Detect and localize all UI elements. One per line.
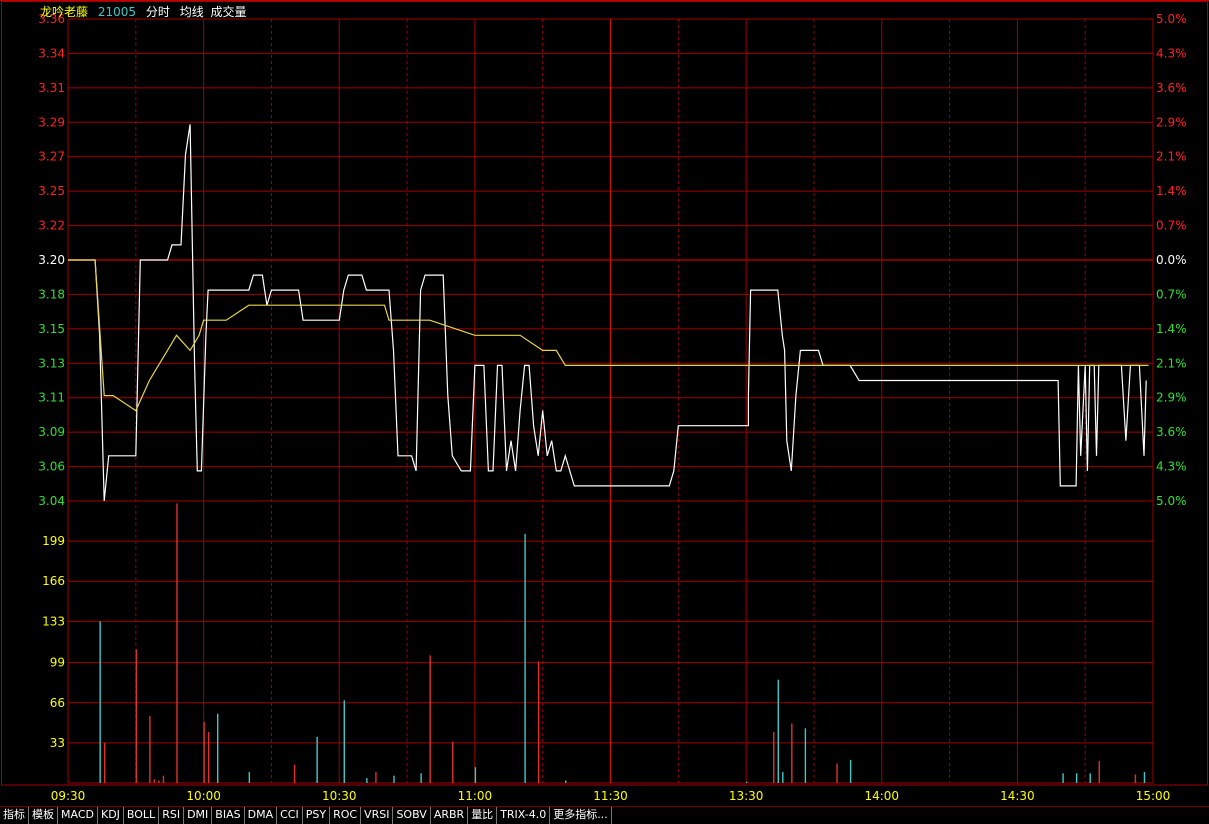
chart-frame [1,1,1208,786]
percent-tick-label: 2.9% [1156,391,1187,405]
tab-rsi[interactable]: RSI [159,807,185,824]
volume-tick-label: 33 [50,736,65,750]
tab-bias[interactable]: BIAS [212,807,245,824]
price-tick-label: 3.15 [38,322,65,336]
price-line [68,124,1147,502]
price-tick-label: 3.27 [38,150,65,164]
tab-boll[interactable]: BOLL [124,807,160,824]
percent-tick-label: 0.0% [1156,253,1187,267]
tab-indicator[interactable]: 指标 [0,807,29,824]
time-tick-label: 10:30 [322,789,357,803]
volume-tick-label: 199 [42,534,65,548]
tab-kdj[interactable]: KDJ [98,807,124,824]
menu-average-line[interactable]: 均线 [180,5,204,19]
price-tick-label: 3.18 [38,287,65,301]
percent-tick-label: 0.7% [1156,287,1187,301]
percent-tick-label: 0.7% [1156,219,1187,233]
tab-roc[interactable]: ROC [330,807,362,824]
tab-macd[interactable]: MACD [58,807,98,824]
price-tick-label: 3.20 [38,253,65,267]
time-tick-label: 11:30 [593,789,628,803]
time-tick-label: 14:00 [864,789,899,803]
chart-header: 龙吟老藤 21005 分时 均线 成交量 [40,3,253,19]
stock-code: 21005 [97,5,137,19]
volume-tick-label: 99 [50,656,65,670]
price-tick-label: 3.31 [38,81,65,95]
volume-tick-label: 66 [50,696,65,710]
price-tick-label: 3.29 [38,115,65,129]
percent-tick-label: 2.9% [1156,115,1187,129]
percent-tick-label: 5.0% [1156,12,1187,26]
tab-volume-ratio[interactable]: 量比 [468,807,498,824]
price-tick-label: 3.25 [38,184,65,198]
price-tick-label: 3.22 [38,219,65,233]
percent-tick-label: 5.0% [1156,494,1187,508]
tab-dma[interactable]: DMA [245,807,278,824]
percent-tick-label: 2.1% [1156,356,1187,370]
stock-name: 龙吟老藤 [40,5,89,19]
tab-dmi[interactable]: DMI [184,807,213,824]
time-tick-label: 14:30 [1000,789,1035,803]
price-tick-label: 3.06 [38,460,65,474]
price-tick-label: 3.04 [38,494,65,508]
time-tick-label: 10:00 [186,789,221,803]
tab-trix[interactable]: TRIX-4.0 [497,807,551,824]
percent-tick-label: 2.1% [1156,150,1187,164]
time-tick-label: 11:00 [458,789,493,803]
tab-psy[interactable]: PSY [303,807,331,824]
percent-tick-label: 4.3% [1156,460,1187,474]
tab-arbr[interactable]: ARBR [431,807,469,824]
tab-template[interactable]: 模板 [29,807,58,824]
tab-vrsi[interactable]: VRSI [361,807,394,824]
indicator-tabbar: 指标 模板 MACD KDJ BOLL RSI DMI BIAS DMA CCI… [0,806,1209,824]
volume-tick-label: 133 [42,614,65,628]
price-tick-label: 3.13 [38,356,65,370]
percent-tick-label: 3.6% [1156,425,1187,439]
percent-tick-label: 1.4% [1156,322,1187,336]
menu-volume[interactable]: 成交量 [211,5,247,19]
time-tick-label: 13:30 [729,789,764,803]
price-tick-label: 3.34 [38,46,65,60]
percent-tick-label: 4.3% [1156,46,1187,60]
percent-tick-label: 1.4% [1156,184,1187,198]
tab-sobv[interactable]: SOBV [393,807,431,824]
tab-cci[interactable]: CCI [277,807,303,824]
volume-tick-label: 166 [42,574,65,588]
time-tick-label: 15:00 [1136,789,1171,803]
tab-more-indicators[interactable]: 更多指标... [550,807,612,824]
average-price-line [68,259,1149,412]
menu-intraday[interactable]: 分时 [146,5,170,19]
price-tick-label: 3.11 [38,391,65,405]
price-tick-label: 3.09 [38,425,65,439]
intraday-chart[interactable]: 3.363.343.313.293.273.253.223.203.183.15… [0,0,1209,806]
time-tick-label: 09:30 [51,789,86,803]
percent-tick-label: 3.6% [1156,81,1187,95]
